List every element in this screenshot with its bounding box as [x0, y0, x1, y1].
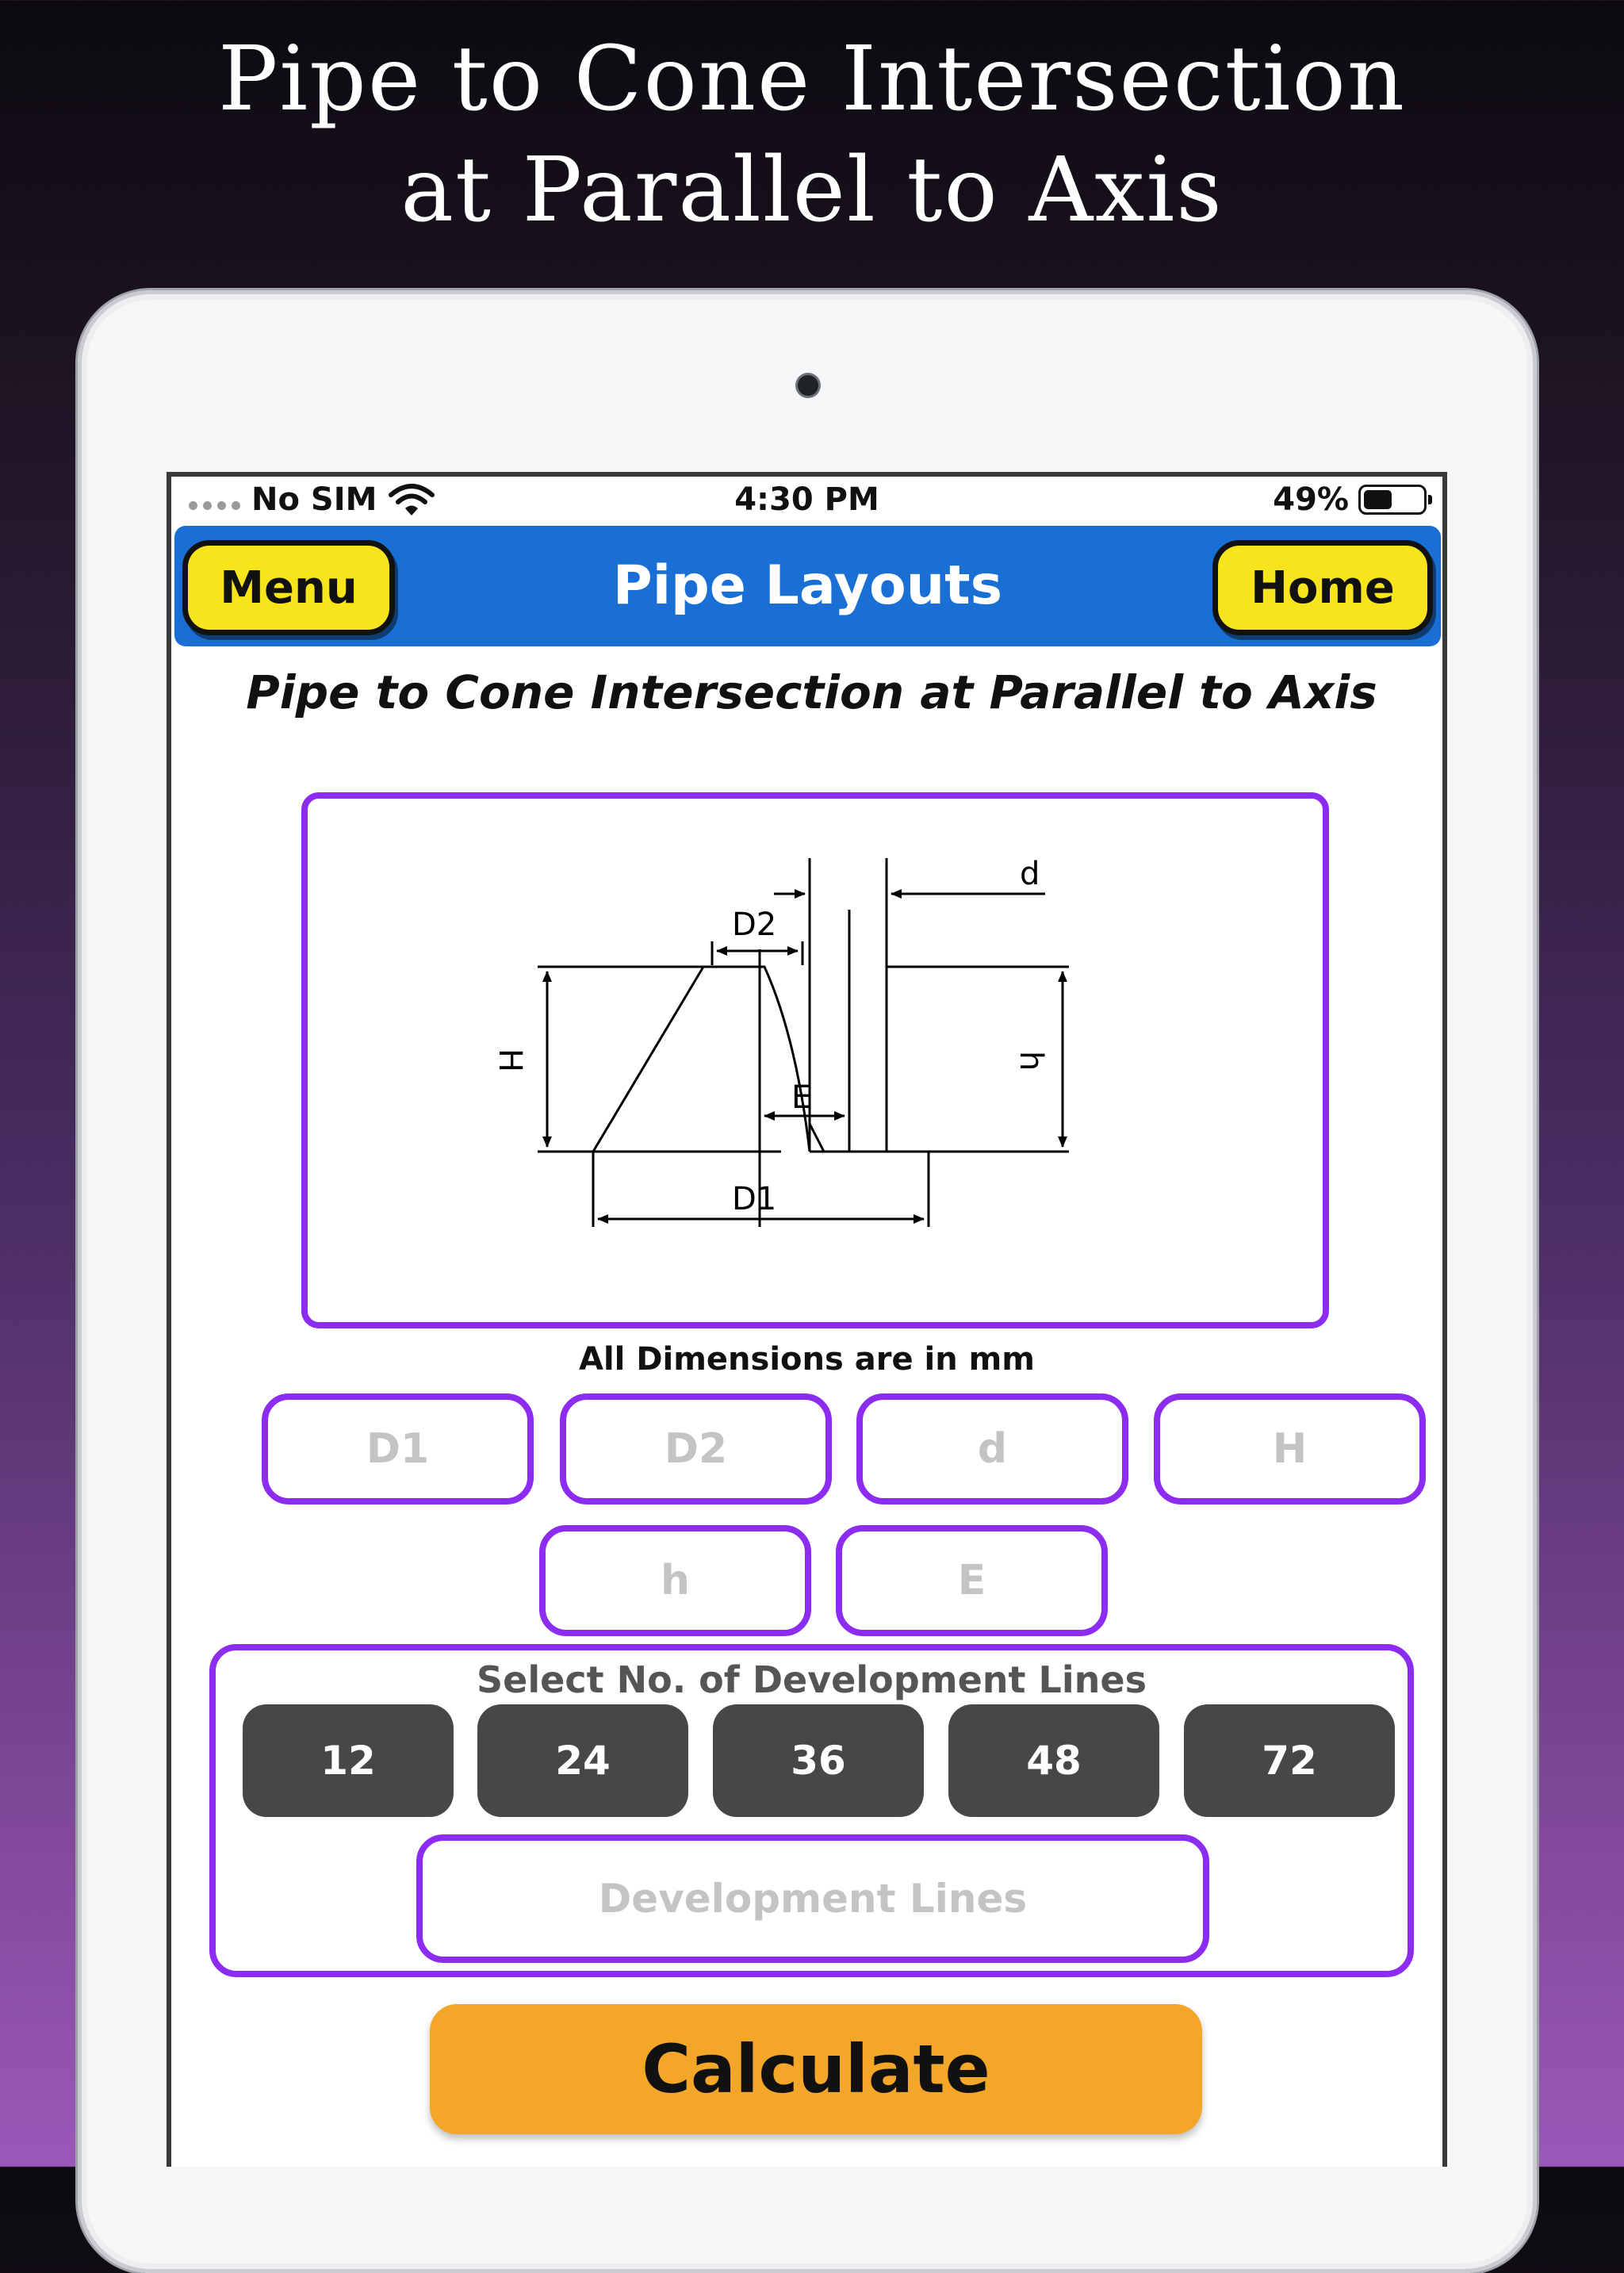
lines-option-72[interactable]: 72 [1184, 1704, 1395, 1817]
development-lines-label: Select No. of Development Lines [477, 1658, 1147, 1701]
diagram-frame: d D2 E D1 H h [301, 792, 1329, 1328]
nav-bar: Menu Pipe Layouts Home [174, 526, 1441, 646]
d2-input[interactable] [560, 1393, 832, 1504]
promo-headline: Pipe to Cone Intersection at Parallel to… [0, 24, 1624, 246]
battery-fill [1364, 490, 1392, 509]
status-bar: No SIM 4:30 PM 49% [171, 477, 1442, 526]
calculate-button[interactable]: Calculate [430, 2004, 1202, 2134]
label-h: h [1013, 1051, 1049, 1071]
label-D1: D1 [732, 1181, 776, 1217]
promo-line-2: at Parallel to Axis [400, 139, 1224, 242]
app-screen: No SIM 4:30 PM 49% Menu Pipe Layouts Hom… [167, 472, 1447, 2167]
small-h-input[interactable] [539, 1525, 811, 1636]
lines-option-48[interactable]: 48 [948, 1704, 1159, 1817]
h-height-input[interactable] [1154, 1393, 1426, 1504]
label-d: d [1020, 856, 1040, 892]
status-time: 4:30 PM [734, 481, 879, 518]
development-lines-input[interactable] [416, 1834, 1209, 1963]
lines-option-36[interactable]: 36 [713, 1704, 924, 1817]
d1-input[interactable] [262, 1393, 534, 1504]
status-right: 49% [1273, 481, 1432, 518]
lines-option-12[interactable]: 12 [243, 1704, 454, 1817]
label-E: E [791, 1079, 811, 1116]
e-offset-input[interactable] [836, 1525, 1108, 1636]
home-button[interactable]: Home [1212, 540, 1433, 635]
battery-icon [1358, 485, 1432, 515]
label-H: H [492, 1048, 528, 1072]
small-d-input[interactable] [856, 1393, 1128, 1504]
cone-pipe-diagram: d D2 E D1 H h [492, 856, 1069, 1227]
label-d2: D2 [732, 907, 776, 943]
page-title: Pipe to Cone Intersection at Parallel to… [246, 665, 1377, 719]
units-note: All Dimensions are in mm [579, 1341, 1035, 1378]
development-lines-panel: Select No. of Development Lines 12 24 36… [209, 1644, 1414, 1977]
battery-percent: 49% [1273, 481, 1349, 518]
promo-line-1: Pipe to Cone Intersection [217, 28, 1406, 131]
lines-option-24[interactable]: 24 [477, 1704, 688, 1817]
camera-icon [798, 375, 818, 396]
